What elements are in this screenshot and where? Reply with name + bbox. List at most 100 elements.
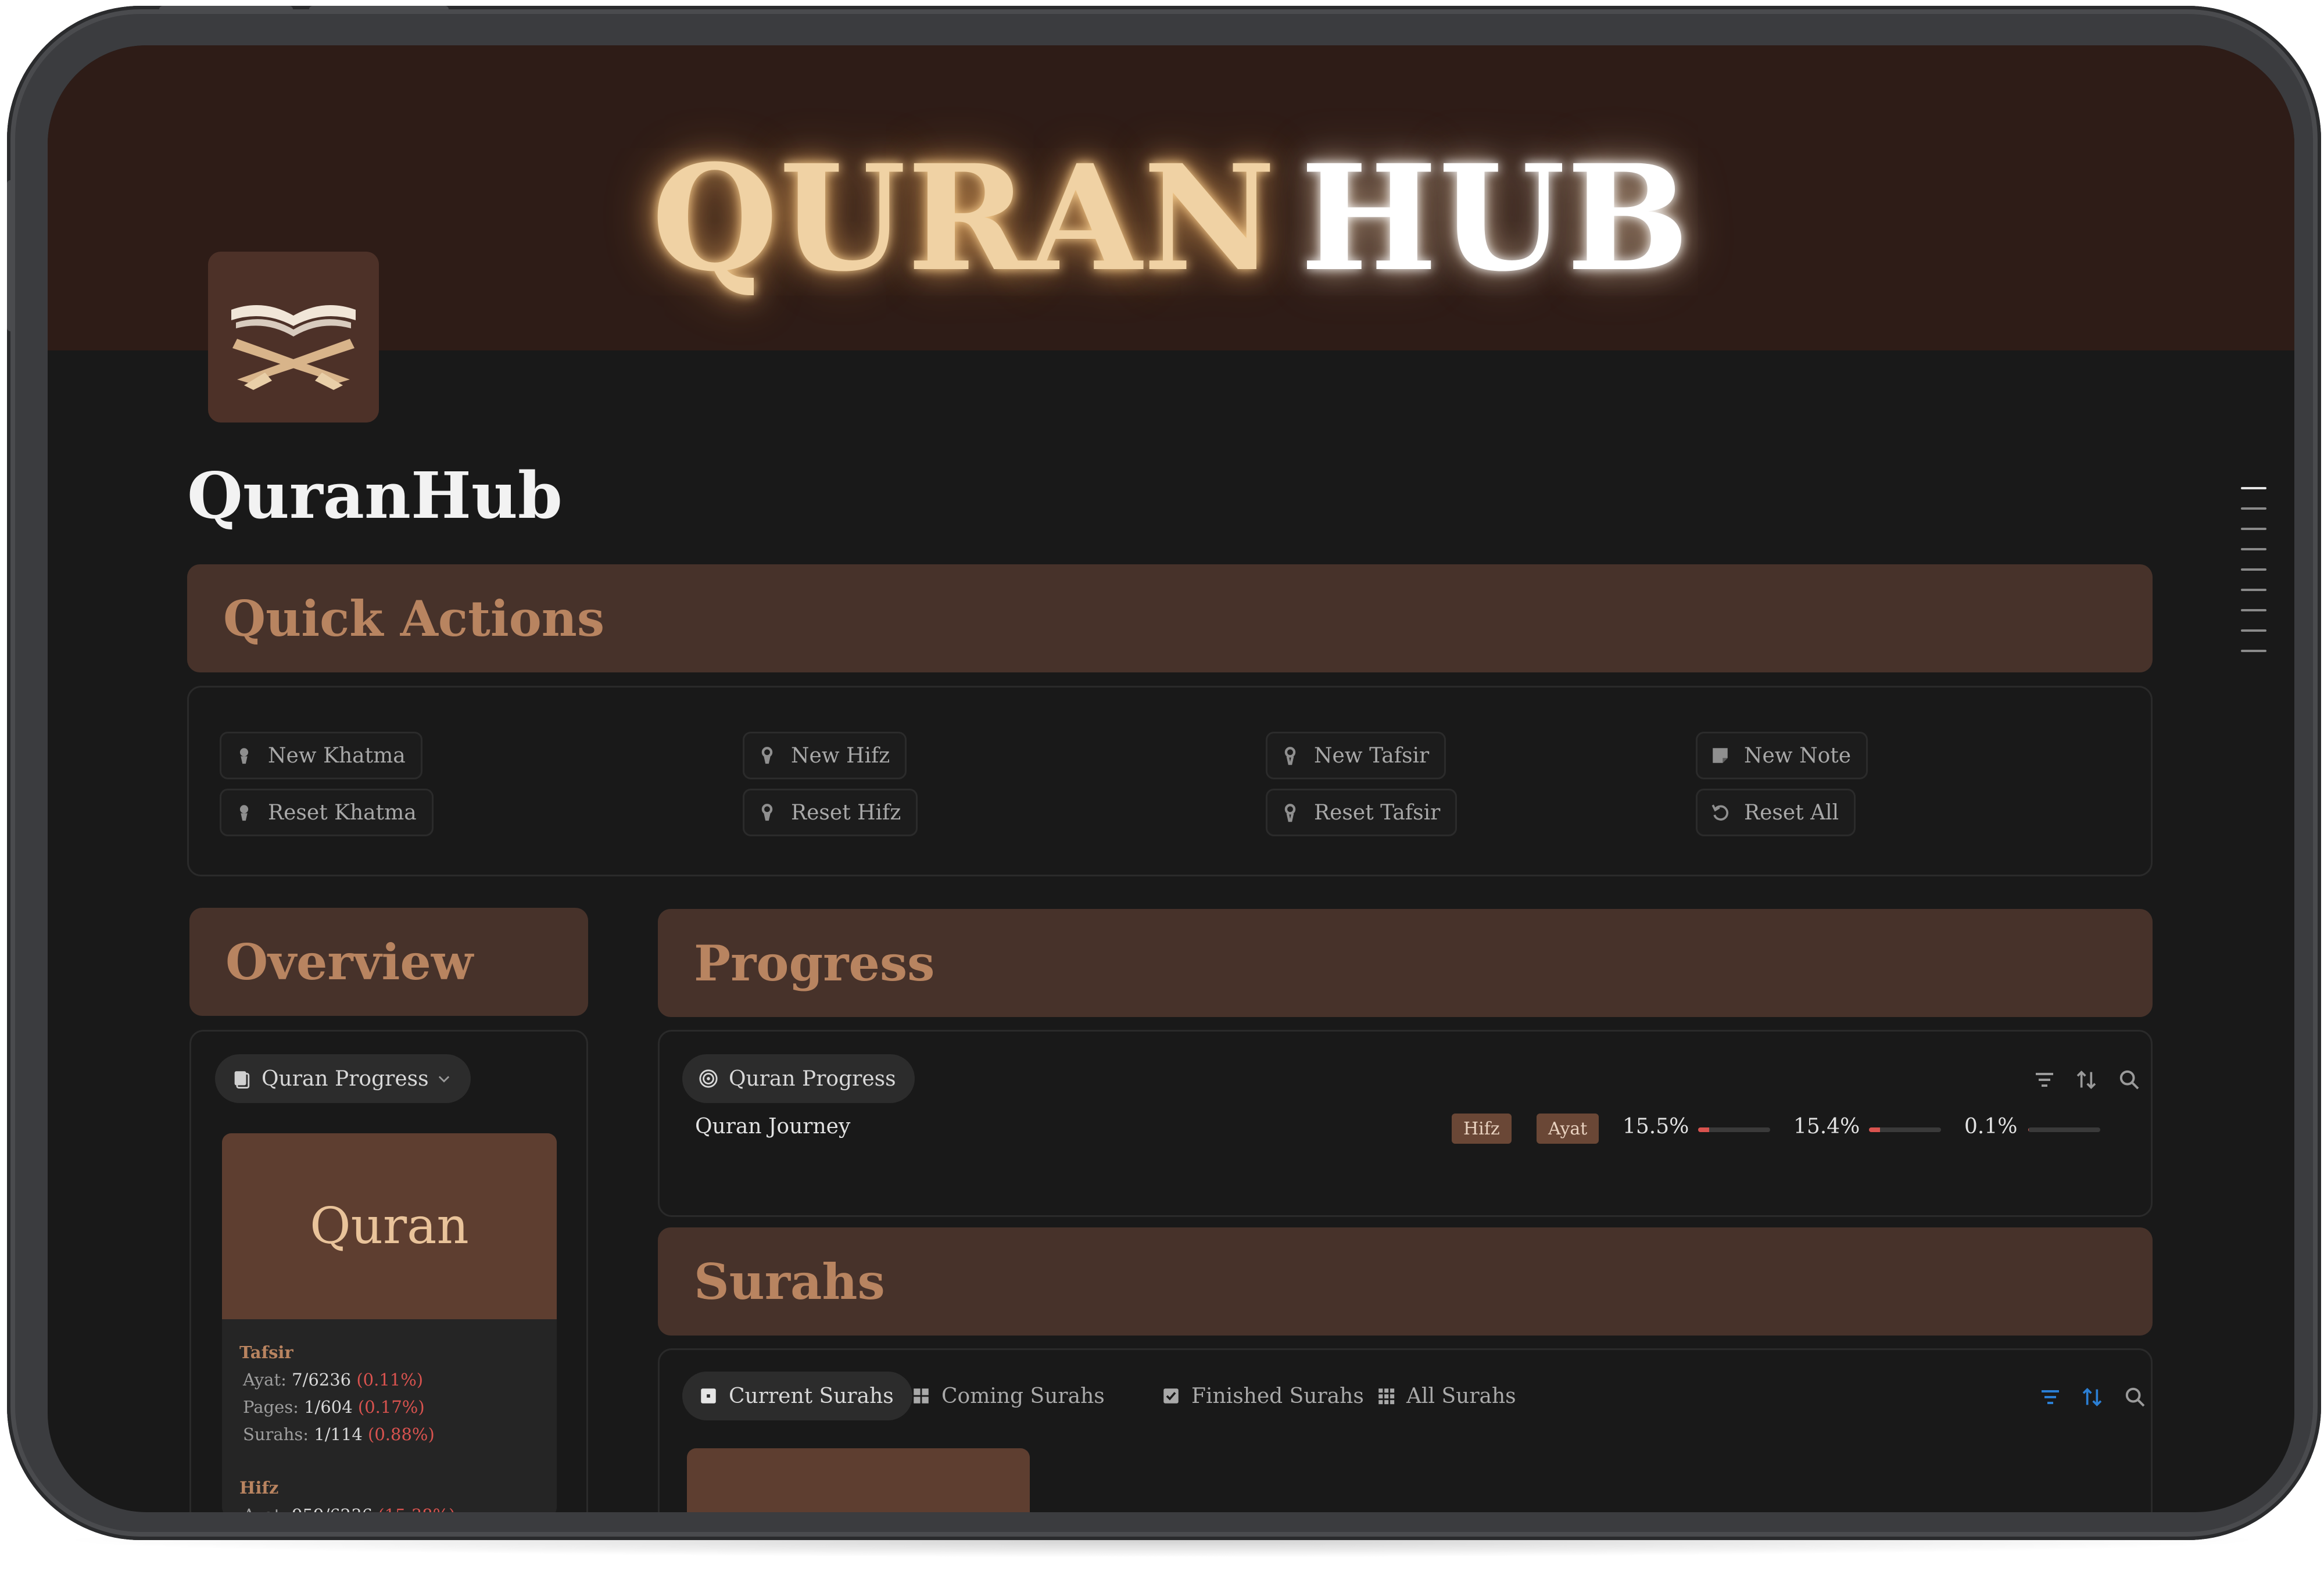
progress-bar-2 (1869, 1127, 1941, 1132)
screen: QURAN HUB QuranHub Quick Actions New Khat… (48, 45, 2294, 1512)
book-icon (234, 1071, 250, 1089)
reset-tafsir-button[interactable]: Reset Tafsir (1266, 789, 1458, 836)
quran-book-icon[interactable] (208, 252, 379, 423)
progress-bar-1-fill (1698, 1127, 1710, 1132)
page-title: QuranHub (187, 458, 563, 533)
quick-actions-heading-text: Quick Actions (223, 589, 605, 647)
new-hifz-button[interactable]: New Hifz (743, 732, 907, 779)
tafsir-surahs-value: 1/114 (314, 1424, 363, 1444)
hifz-ayat-value: 959/6236 (292, 1505, 373, 1512)
reset-hifz-label: Reset Hifz (791, 800, 901, 825)
page-outline-nav[interactable] (2241, 487, 2266, 670)
new-note-button[interactable]: New Note (1696, 732, 1868, 779)
reset-hifz-button[interactable]: Reset Hifz (743, 789, 918, 836)
tafsir-ayat-percent: (0.11%) (356, 1370, 424, 1390)
person-icon (1284, 804, 1296, 822)
new-note-label: New Note (1744, 743, 1852, 768)
new-hifz-label: New Hifz (791, 743, 890, 768)
progress-view-tab[interactable]: Quran Progress (682, 1054, 915, 1103)
cover-title-word-quran: QURAN (651, 133, 1277, 303)
new-khatma-label: New Khatma (268, 743, 406, 768)
volume-button (309, 6, 449, 14)
tafsir-surahs-label: Surahs: (243, 1424, 309, 1444)
volume-button (159, 6, 293, 14)
cover-title-word-hub: HUB (1300, 133, 1691, 303)
quran-card-body: Tafsir Ayat: 7/6236 (0.11%) Pages: 1/604… (222, 1319, 557, 1512)
filter-icon[interactable] (2039, 1385, 2062, 1409)
tafsir-surahs-row: Surahs: 1/114 (0.88%) (239, 1421, 539, 1448)
progress-value-3: 0.1% (1964, 1115, 2018, 1139)
person-icon (761, 747, 773, 764)
reset-icon (1711, 804, 1728, 821)
new-tafsir-label: New Tafsir (1314, 743, 1430, 768)
progress-heading-text: Progress (694, 934, 935, 992)
tab-coming-surahs[interactable]: Coming Surahs (911, 1372, 1105, 1420)
person-icon (761, 804, 773, 821)
progress-bar-1 (1698, 1127, 1770, 1132)
tafsir-pages-value: 1/604 (304, 1397, 353, 1417)
tab-all-surahs[interactable]: All Surahs (1376, 1372, 1516, 1420)
tafsir-surahs-percent: (0.88%) (368, 1424, 435, 1444)
search-icon[interactable] (2118, 1068, 2141, 1091)
ayat-tag: Ayat (1537, 1114, 1599, 1144)
quick-actions-heading: Quick Actions (187, 564, 2153, 672)
tafsir-ayat-label: Ayat: (243, 1370, 287, 1390)
tafsir-ayat-row: Ayat: 7/6236 (0.11%) (239, 1366, 539, 1394)
filter-icon[interactable] (2033, 1068, 2056, 1091)
hifz-ayat-label: Ayat: (243, 1505, 287, 1512)
target-icon (699, 1069, 718, 1088)
power-button (7, 180, 15, 331)
person-icon (239, 805, 249, 821)
hifz-section-label: Hifz (239, 1478, 279, 1498)
hifz-tag: Hifz (1452, 1114, 1512, 1144)
tab-all-surahs-label: All Surahs (1406, 1384, 1516, 1408)
progress-bar-3 (2028, 1127, 2100, 1132)
reset-all-label: Reset All (1744, 800, 1839, 825)
tab-finished-surahs[interactable]: Finished Surahs (1161, 1372, 1364, 1420)
overview-view-label: Quran Progress (262, 1066, 429, 1091)
quran-card-cover: Quran (222, 1133, 557, 1319)
progress-value-2: 15.4% (1793, 1115, 1860, 1139)
surah-card[interactable] (687, 1448, 1030, 1512)
chevron-down-icon (438, 1076, 449, 1083)
search-icon[interactable] (2124, 1385, 2147, 1409)
progress-value-1: 15.5% (1623, 1115, 1689, 1139)
new-khatma-button[interactable]: New Khatma (220, 732, 422, 779)
sort-icon[interactable] (2081, 1385, 2104, 1409)
grid-icon (1378, 1388, 1395, 1405)
surahs-heading: Surahs (658, 1227, 2153, 1336)
tafsir-pages-percent: (0.17%) (357, 1397, 425, 1417)
checkbox-icon (1163, 1388, 1179, 1404)
tafsir-section-label: Tafsir (239, 1342, 293, 1362)
square-dot-icon (701, 1388, 716, 1404)
overview-view-selector[interactable]: Quran Progress (215, 1054, 471, 1103)
quick-actions-panel (187, 686, 2153, 876)
hifz-ayat-row: Ayat: 959/6236 (15.38%) (239, 1502, 539, 1512)
cover-title: QURAN HUB (48, 133, 2294, 303)
surahs-heading-text: Surahs (694, 1252, 885, 1311)
note-icon (1713, 748, 1728, 763)
quran-card-title: Quran (310, 1197, 469, 1255)
progress-view-label: Quran Progress (729, 1066, 896, 1091)
hifz-ayat-percent: (15.38%) (378, 1505, 455, 1512)
tafsir-pages-row: Pages: 1/604 (0.17%) (239, 1394, 539, 1421)
new-tafsir-button[interactable]: New Tafsir (1266, 732, 1446, 779)
progress-heading: Progress (658, 909, 2153, 1017)
progress-bar-2-fill (1869, 1127, 1881, 1132)
reset-all-button[interactable]: Reset All (1696, 789, 1856, 836)
sort-icon[interactable] (2075, 1068, 2098, 1091)
gallery-icon (914, 1388, 929, 1404)
tab-coming-surahs-label: Coming Surahs (941, 1384, 1105, 1408)
person-icon (1284, 747, 1296, 765)
overview-heading-text: Overview (225, 933, 474, 991)
tab-finished-surahs-label: Finished Surahs (1191, 1384, 1364, 1408)
tablet-frame: QURAN HUB QuranHub Quick Actions New Khat… (7, 6, 2321, 1540)
person-icon (239, 748, 249, 764)
tafsir-ayat-value: 7/6236 (292, 1370, 352, 1390)
tab-current-surahs-label: Current Surahs (729, 1384, 894, 1408)
tab-current-surahs[interactable]: Current Surahs (682, 1372, 912, 1420)
reset-khatma-button[interactable]: Reset Khatma (220, 789, 434, 836)
quran-journey-title[interactable]: Quran Journey (695, 1115, 850, 1139)
reset-tafsir-label: Reset Tafsir (1314, 800, 1441, 825)
quran-card[interactable]: Quran Tafsir Ayat: 7/6236 (0.11%) Pages:… (222, 1133, 557, 1512)
